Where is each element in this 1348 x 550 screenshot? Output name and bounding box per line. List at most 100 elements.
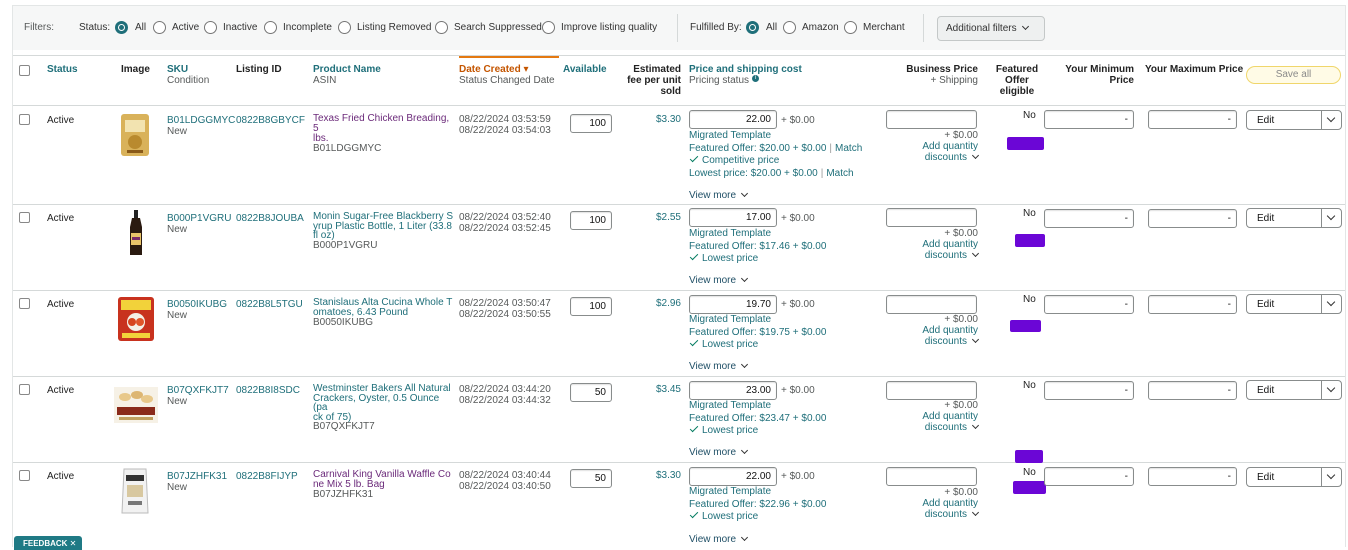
info-icon[interactable]: i (751, 75, 759, 82)
status-radio-active[interactable] (153, 21, 166, 34)
available-input[interactable]: 100 (570, 297, 612, 316)
save-all-button[interactable]: Save all (1246, 66, 1341, 84)
row-listing-id[interactable]: 0822B8JOUBA (236, 213, 304, 224)
status-radio-all[interactable] (115, 21, 128, 34)
product-image[interactable] (127, 209, 145, 257)
col-status[interactable]: Status (47, 64, 78, 75)
price-input[interactable]: 23.00 (689, 381, 777, 400)
max-price-input[interactable]: - (1148, 295, 1237, 314)
status-option-incomplete[interactable]: Incomplete (283, 22, 332, 33)
add-quantity-discounts-link[interactable]: Add quantity discounts (893, 411, 980, 433)
chevron-down-icon[interactable] (1321, 381, 1341, 399)
match-link[interactable]: Match (835, 143, 862, 154)
status-radio-improve-quality[interactable] (542, 21, 555, 34)
status-radio-listing-removed[interactable] (338, 21, 351, 34)
available-input[interactable]: 100 (570, 211, 612, 230)
row-checkbox[interactable] (19, 114, 30, 125)
row-sku[interactable]: B01LDGGMYC New (167, 115, 235, 137)
add-quantity-discounts-link[interactable]: Add quantity discounts (893, 239, 980, 261)
price-input[interactable]: 22.00 (689, 110, 777, 129)
product-image[interactable] (120, 467, 150, 515)
business-price-input[interactable] (886, 208, 977, 227)
fulfilled-option-all[interactable]: All (766, 22, 777, 33)
match-link[interactable]: Match (826, 168, 853, 179)
business-price-input[interactable] (886, 295, 977, 314)
price-input[interactable]: 22.00 (689, 467, 777, 486)
edit-button[interactable]: Edit (1246, 208, 1342, 228)
fulfilled-radio-all[interactable] (746, 21, 759, 34)
min-price-input[interactable]: - (1044, 110, 1134, 129)
row-product-name[interactable]: Carnival King Vanilla Waffle Co ne Mix 5 … (313, 470, 455, 500)
fulfilled-option-amazon[interactable]: Amazon (802, 22, 839, 33)
row-product-name[interactable]: Stanislaus Alta Cucina Whole Tomatoes, 6… (313, 298, 455, 328)
status-radio-search-suppressed[interactable] (435, 21, 448, 34)
view-more-link[interactable]: View more (689, 274, 749, 286)
min-price-input[interactable]: - (1044, 295, 1134, 314)
add-quantity-discounts-link[interactable]: Add quantity discounts (893, 325, 980, 347)
chevron-down-icon[interactable] (1321, 295, 1341, 313)
product-image[interactable] (113, 381, 159, 429)
status-radio-inactive[interactable] (204, 21, 217, 34)
row-product-name[interactable]: Westminster Bakers All Natural Crackers, … (313, 384, 455, 432)
status-option-improve-quality[interactable]: Improve listing quality (561, 22, 657, 33)
fulfilled-option-merchant[interactable]: Merchant (863, 22, 905, 33)
max-price-input[interactable]: - (1148, 110, 1237, 129)
chevron-down-icon[interactable] (1321, 209, 1341, 227)
row-listing-id[interactable]: 0822B8FIJYP (236, 471, 298, 482)
available-input[interactable]: 50 (570, 469, 612, 488)
fulfilled-radio-amazon[interactable] (783, 21, 796, 34)
status-radio-incomplete[interactable] (264, 21, 277, 34)
max-price-input[interactable]: - (1148, 209, 1237, 228)
row-listing-id[interactable]: 0822B8L5TGU (236, 299, 303, 310)
view-more-link[interactable]: View more (689, 533, 749, 545)
min-price-input[interactable]: - (1044, 381, 1134, 400)
chevron-down-icon[interactable] (1321, 111, 1341, 129)
fulfilled-radio-merchant[interactable] (844, 21, 857, 34)
price-input[interactable]: 17.00 (689, 208, 777, 227)
row-product-name[interactable]: Monin Sugar-Free Blackberry Syrup Plasti… (313, 212, 455, 251)
status-option-all[interactable]: All (135, 22, 146, 33)
chevron-down-icon[interactable] (1321, 468, 1341, 486)
status-option-listing-removed[interactable]: Listing Removed (357, 22, 431, 33)
view-more-link[interactable]: View more (689, 189, 749, 201)
col-product-name[interactable]: Product Name ASIN (313, 64, 381, 86)
row-listing-id[interactable]: 0822B8I8SDC (236, 385, 300, 396)
add-quantity-discounts-link[interactable]: Add quantity discounts (893, 498, 980, 520)
row-checkbox[interactable] (19, 212, 30, 223)
select-all-checkbox[interactable] (19, 65, 30, 76)
row-listing-id[interactable]: 0822B8GBYCF (236, 115, 305, 126)
edit-button[interactable]: Edit (1246, 294, 1342, 314)
add-quantity-discounts-link[interactable]: Add quantity discounts (893, 141, 980, 163)
product-image[interactable] (119, 112, 151, 158)
row-sku[interactable]: B07JZHFK31 New (167, 471, 227, 493)
row-checkbox[interactable] (19, 470, 30, 481)
edit-button[interactable]: Edit (1246, 380, 1342, 400)
col-sku[interactable]: SKU Condition (167, 64, 209, 86)
row-sku[interactable]: B000P1VGRU New (167, 213, 231, 235)
status-option-search-suppressed[interactable]: Search Suppressed (454, 22, 542, 33)
row-checkbox[interactable] (19, 384, 30, 395)
business-price-input[interactable] (886, 467, 977, 486)
product-image[interactable] (116, 295, 156, 343)
edit-button[interactable]: Edit (1246, 467, 1342, 487)
business-price-input[interactable] (886, 381, 977, 400)
row-sku[interactable]: B07QXFKJT7 New (167, 385, 229, 407)
feedback-button[interactable]: FEEDBACK ✕ (14, 536, 82, 550)
available-input[interactable]: 50 (570, 383, 612, 402)
view-more-link[interactable]: View more (689, 446, 749, 458)
available-input[interactable]: 100 (570, 114, 612, 133)
col-date-created[interactable]: Date Created ▾ Status Changed Date (459, 64, 555, 86)
max-price-input[interactable]: - (1148, 467, 1237, 486)
row-product-name[interactable]: Texas Fried Chicken Breading, 5 lbs. B01LD… (313, 114, 455, 154)
max-price-input[interactable]: - (1148, 381, 1237, 400)
status-option-active[interactable]: Active (172, 22, 199, 33)
col-price-shipping[interactable]: Price and shipping cost Pricing status i (689, 64, 802, 86)
row-sku[interactable]: B0050IKUBG New (167, 299, 227, 321)
edit-button[interactable]: Edit (1246, 110, 1342, 130)
additional-filters-button[interactable]: Additional filters (937, 16, 1045, 41)
status-option-inactive[interactable]: Inactive (223, 22, 257, 33)
col-available[interactable]: Available (563, 64, 607, 75)
price-input[interactable]: 19.70 (689, 295, 777, 314)
min-price-input[interactable]: - (1044, 467, 1134, 486)
business-price-input[interactable] (886, 110, 977, 129)
